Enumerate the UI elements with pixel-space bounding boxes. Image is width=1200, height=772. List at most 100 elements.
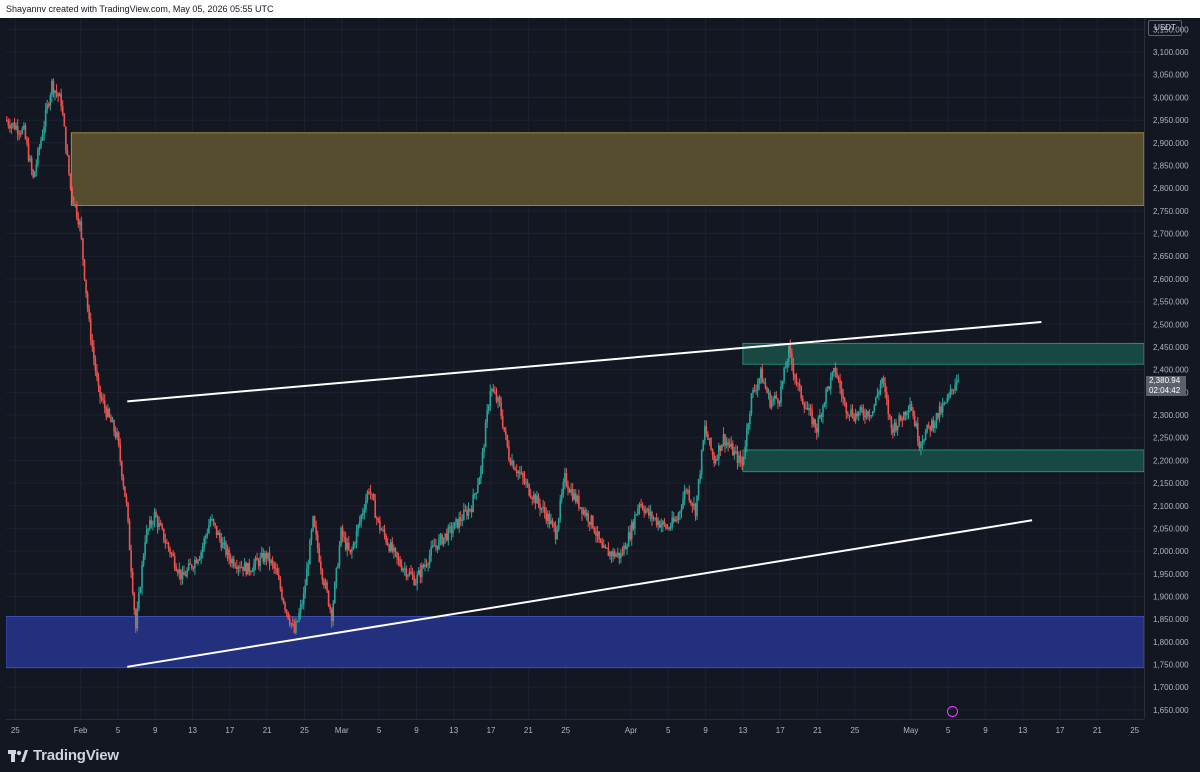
candle-body: [337, 565, 339, 568]
price-tick-label: 2,850.000: [1153, 161, 1189, 170]
candle-body: [744, 446, 747, 457]
candle-body: [173, 555, 176, 568]
candle-body: [491, 389, 493, 391]
candle-body: [598, 531, 600, 540]
candle-body: [944, 402, 947, 404]
candle-body: [192, 567, 195, 569]
candle-body: [590, 515, 593, 525]
candle-body: [842, 395, 844, 399]
candle-body: [214, 522, 216, 526]
candle-body: [759, 368, 762, 379]
price-tick-label: 2,600.000: [1153, 275, 1189, 284]
candle-body: [823, 402, 826, 407]
candle-body: [775, 395, 778, 399]
candle-body: [447, 526, 450, 541]
candle-body: [96, 370, 98, 378]
candle-body: [753, 389, 756, 391]
candle-body: [901, 420, 904, 422]
candle-body: [634, 515, 636, 529]
candle-body: [470, 509, 473, 512]
price-tick-label: 2,450.000: [1153, 343, 1189, 352]
candle-body: [875, 397, 877, 406]
candle-body: [85, 279, 87, 294]
candle-body: [43, 126, 45, 135]
candle-body: [94, 358, 97, 371]
candle-body: [492, 389, 495, 392]
candle-body: [593, 527, 596, 533]
candle-body: [206, 533, 209, 536]
candle-body: [649, 511, 652, 516]
candle-body: [288, 618, 291, 625]
candle-body: [438, 538, 440, 549]
candle-body: [733, 451, 736, 456]
candle-body: [316, 534, 319, 549]
candle-body: [663, 521, 666, 525]
candle-body: [298, 612, 300, 621]
candle-body: [220, 538, 223, 548]
candle-body: [436, 545, 439, 549]
candle-body: [428, 555, 431, 565]
candle-body: [672, 517, 675, 522]
price-axis[interactable]: 1,650.000 1,700.000 1,750.000 1,800.000 1,85…: [1144, 18, 1200, 719]
candle-body: [278, 574, 280, 580]
candle-body: [882, 378, 885, 383]
candle-body: [321, 569, 324, 581]
candle-body: [346, 542, 349, 550]
time-tick-label: 13: [738, 726, 747, 735]
candle-body: [181, 572, 184, 580]
candle-body: [54, 90, 56, 94]
candle-body: [564, 473, 566, 483]
candle-body: [697, 479, 700, 496]
chart-plot-area[interactable]: [5, 18, 1145, 719]
candle-body: [131, 571, 134, 594]
candle-body: [708, 438, 711, 440]
candle-body: [828, 386, 830, 389]
candle-body: [885, 391, 888, 400]
chart-settings-icon[interactable]: [947, 706, 958, 717]
candle-body: [32, 169, 35, 178]
candle-body: [739, 455, 742, 463]
candle-body: [822, 406, 824, 417]
candle-body: [114, 431, 117, 438]
candle-body: [512, 460, 515, 469]
candle-body: [256, 557, 258, 561]
price-chart-svg[interactable]: [5, 18, 1145, 719]
tradingview-logo[interactable]: TradingView: [8, 747, 119, 764]
candle-body: [840, 387, 843, 396]
candle-body: [299, 604, 302, 613]
candle-body: [424, 564, 426, 567]
currency-label[interactable]: USDT: [1148, 20, 1182, 36]
candle-body: [456, 519, 459, 528]
candle-body: [400, 565, 403, 571]
candle-body: [138, 592, 140, 609]
candle-body: [38, 147, 41, 150]
candle-body: [913, 415, 916, 426]
candle-body: [66, 150, 69, 156]
candle-body: [767, 392, 770, 394]
candle-body: [121, 461, 123, 477]
candle-body: [714, 459, 717, 464]
candle-body: [651, 511, 653, 519]
time-axis[interactable]: 25 Feb 5 9 13 17 21 25 Mar 5 9 13 17 21 25 Apr 5 9 13 17 21 2…: [6, 719, 1144, 739]
candle-body: [271, 560, 274, 564]
candle-body: [915, 423, 918, 426]
candle-body: [930, 420, 933, 431]
candle-body: [542, 506, 544, 509]
candle-body: [791, 352, 793, 365]
candle-body: [162, 528, 165, 541]
candle-body: [472, 494, 474, 512]
candle-body: [417, 570, 420, 575]
candle-body: [592, 515, 594, 528]
candle-body: [671, 517, 673, 527]
candle-body: [770, 400, 773, 408]
candle-body: [707, 434, 709, 440]
candle-body: [742, 456, 745, 465]
candle-body: [618, 552, 621, 559]
candle-body: [573, 493, 576, 500]
candle-body: [752, 389, 754, 394]
candle-body: [904, 411, 907, 416]
candle-body: [267, 552, 269, 559]
candle-body: [382, 529, 384, 531]
candle-body: [239, 566, 241, 568]
candle-body: [37, 149, 39, 165]
